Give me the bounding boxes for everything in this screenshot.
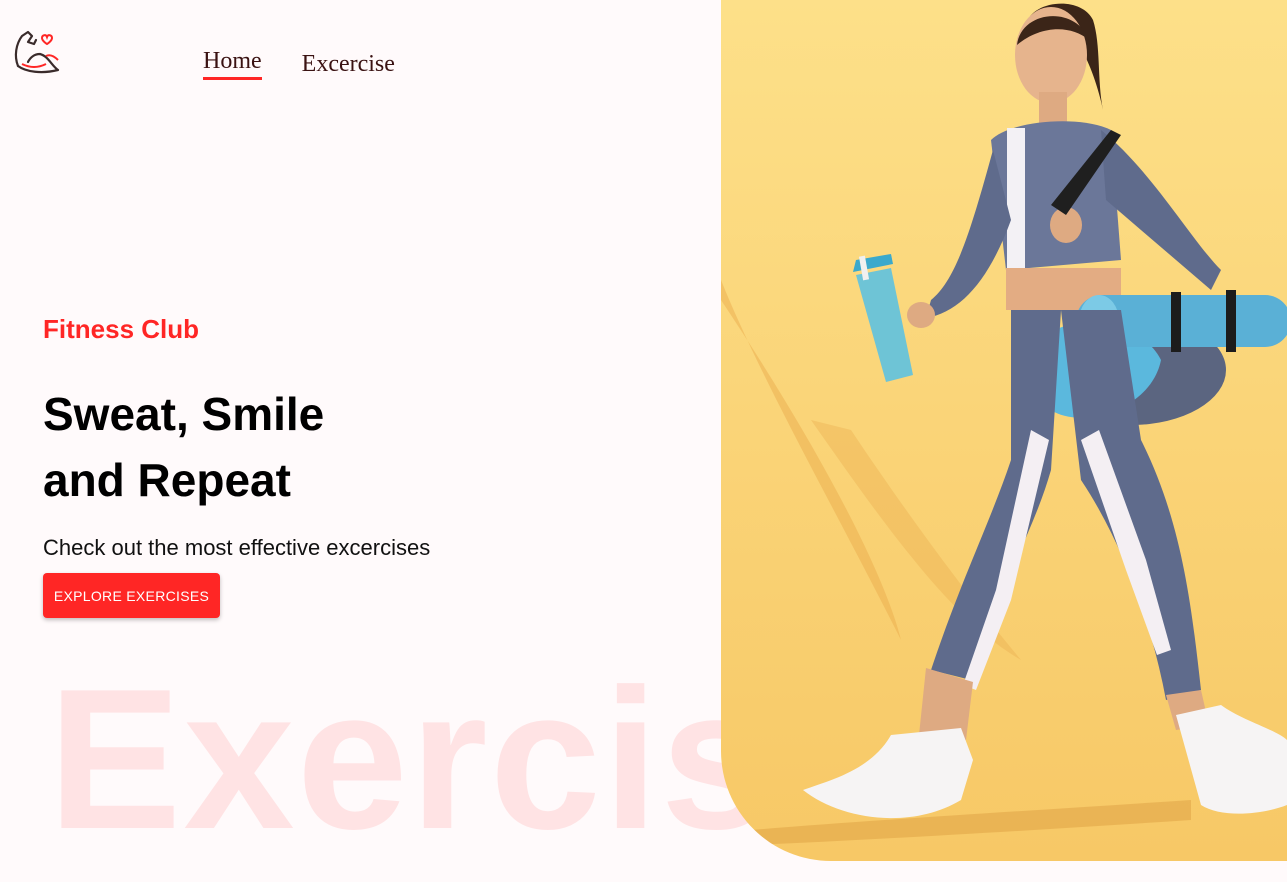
main-nav: Home Excercise: [203, 48, 395, 80]
hero-headline-line-1: Sweat, Smile: [43, 388, 325, 440]
hero-description: Check out the most effective excercises: [43, 535, 431, 560]
logo-icon[interactable]: [12, 26, 60, 76]
hero-headline-line-2: and Repeat: [43, 454, 291, 506]
hero-banner-image: [721, 0, 1287, 861]
hero-headline: Sweat, Smile and Repeat: [43, 381, 430, 513]
nav-excercise-link[interactable]: Excercise: [302, 51, 395, 80]
explore-exercises-button[interactable]: EXPLORE EXERCISES: [43, 573, 220, 618]
nav-home-link[interactable]: Home: [203, 48, 262, 80]
hero-subtitle: Fitness Club: [43, 314, 200, 344]
hero-text-block: Fitness Club Sweat, Smile and Repeat Che…: [43, 314, 430, 561]
